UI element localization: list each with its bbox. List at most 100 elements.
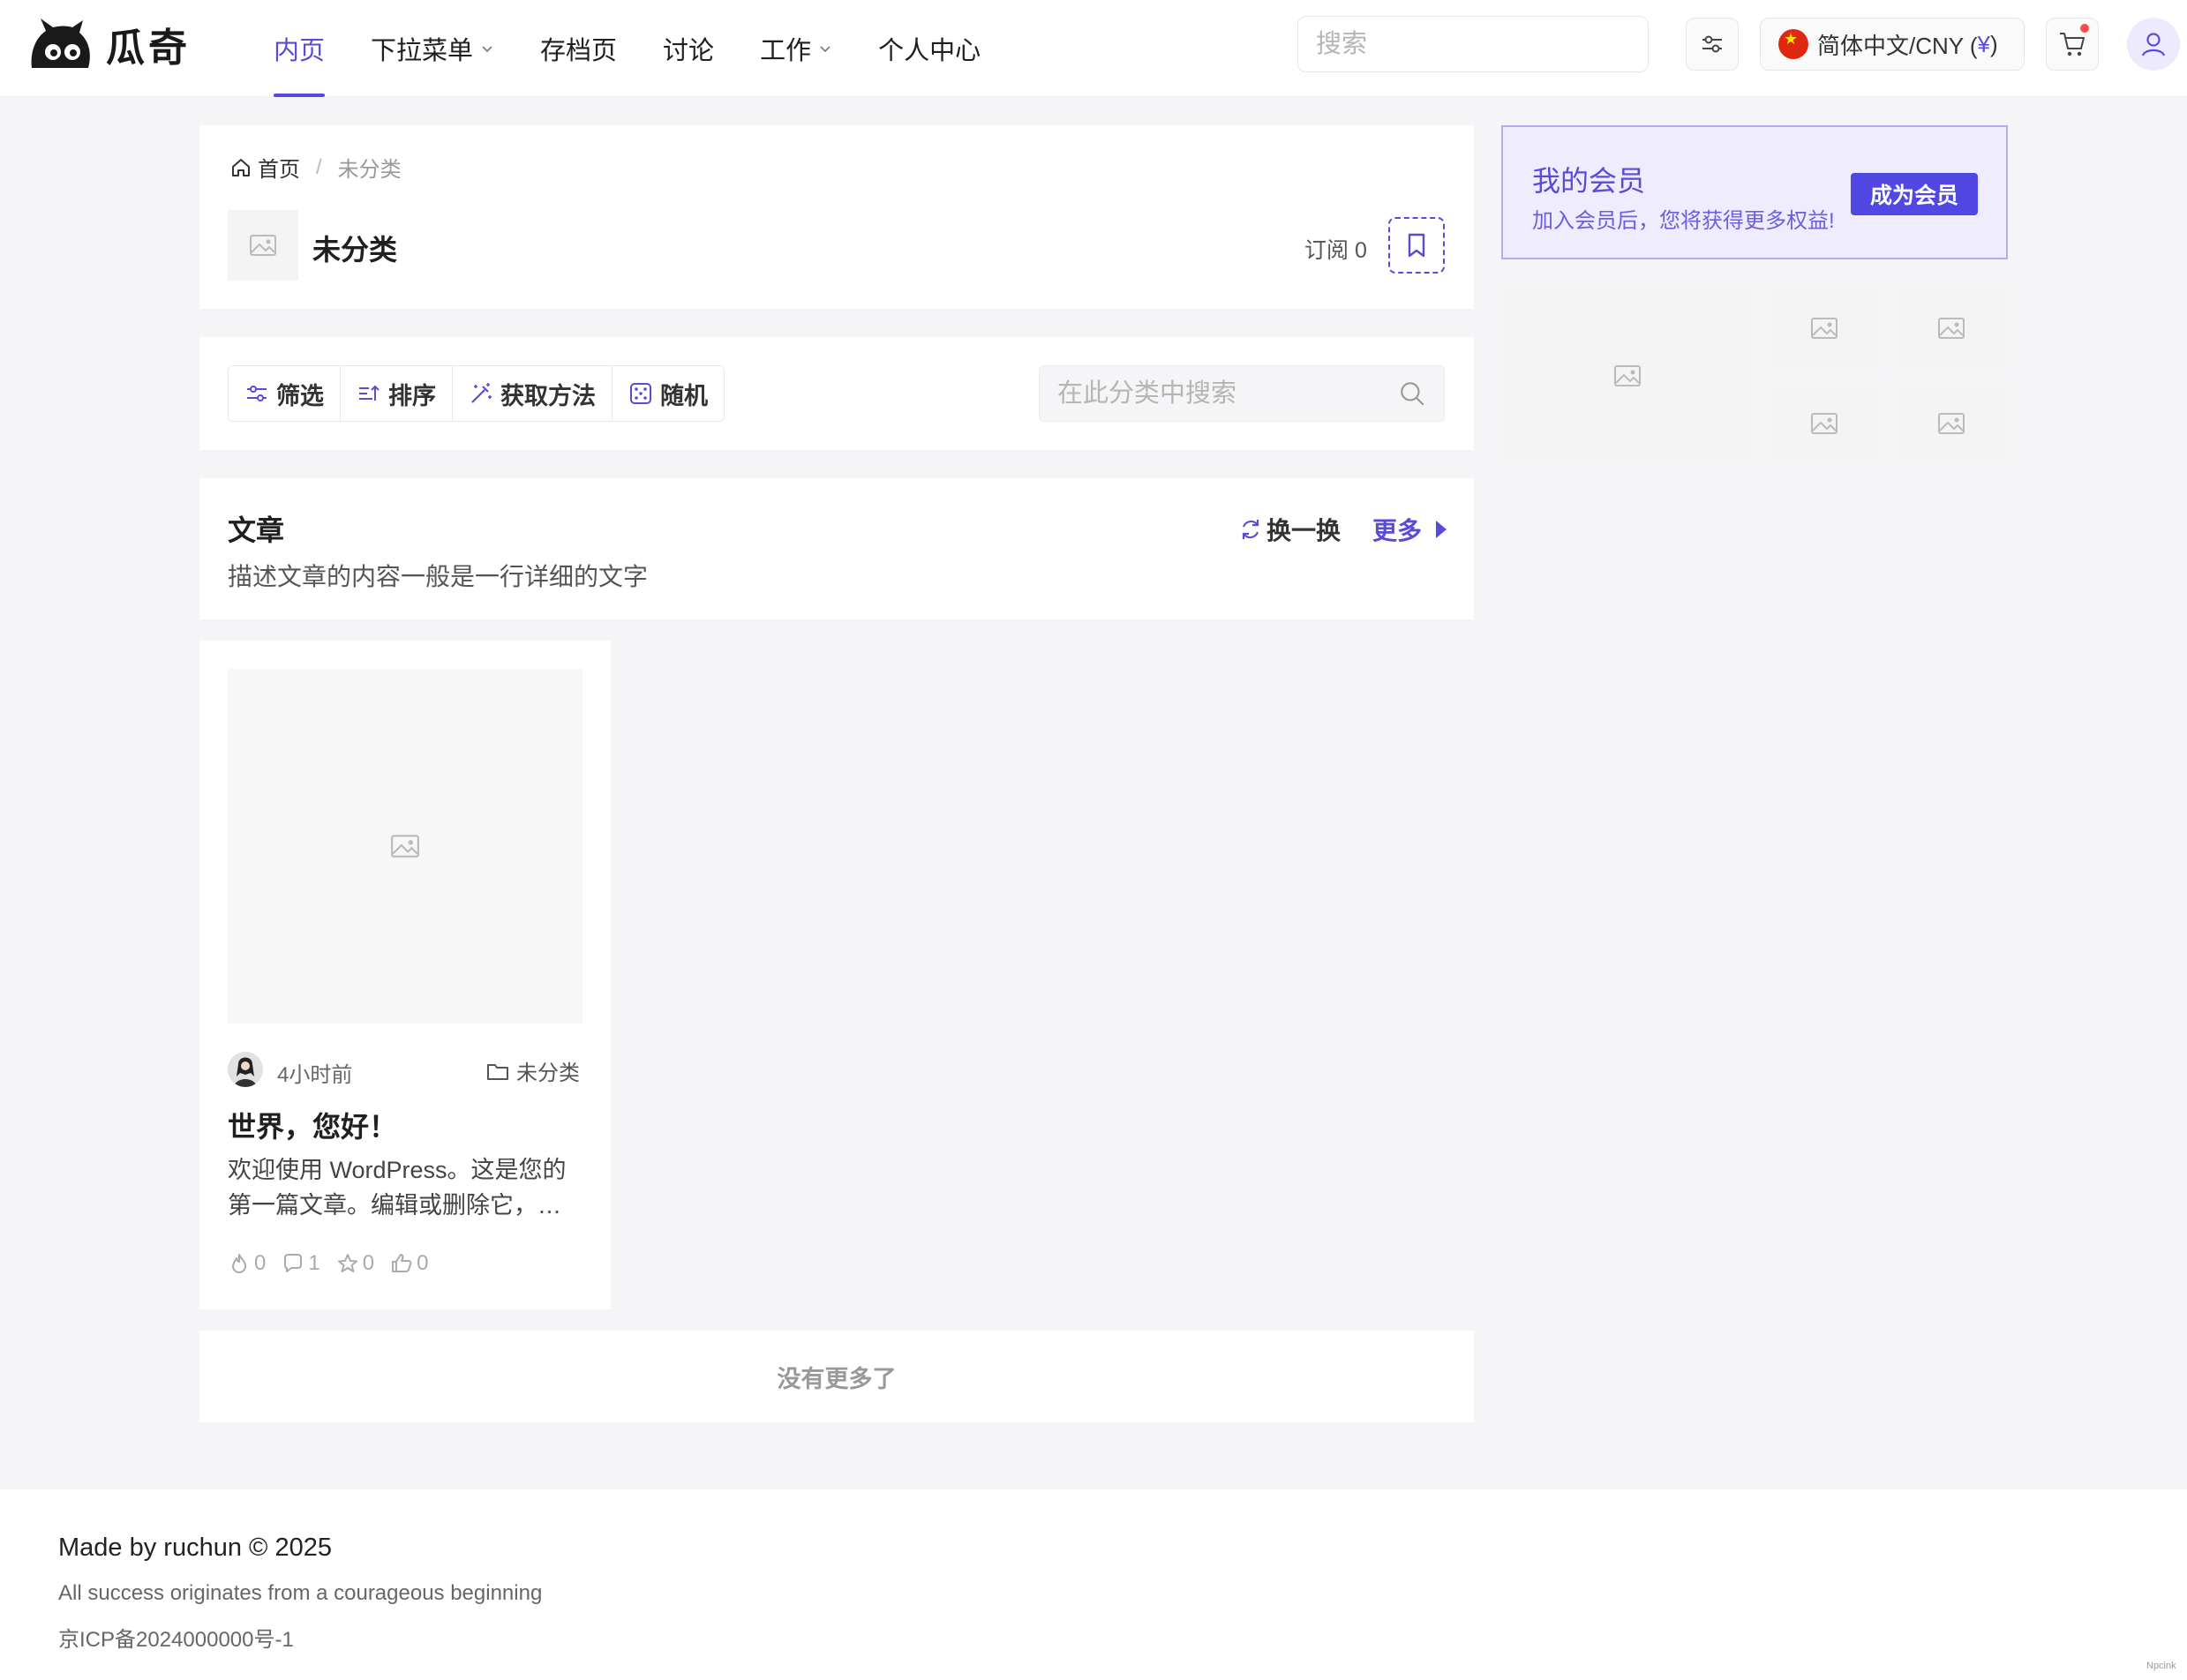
footer-tagline: All success originates from a courageous…	[58, 1581, 543, 1605]
stat-comments[interactable]: 1	[282, 1251, 320, 1276]
subscribe-bookmark-button[interactable]	[1388, 217, 1445, 274]
sidebar-image-small[interactable]	[1895, 288, 2008, 369]
home-icon	[232, 158, 250, 176]
post-time: 4小时前	[277, 1063, 353, 1087]
search-icon[interactable]	[1398, 379, 1426, 408]
section-title: 文章	[228, 514, 285, 546]
stat-favorites[interactable]: 0	[336, 1251, 374, 1276]
logo-text: 瓜奇	[106, 26, 191, 71]
membership-subtitle: 加入会员后，您将获得更多权益!	[1532, 209, 1835, 233]
post-category-link[interactable]: 未分类	[486, 1055, 580, 1086]
random-button[interactable]: 随机	[613, 366, 724, 421]
post-stats: 0 1 0 0	[228, 1251, 444, 1276]
post-thumbnail[interactable]	[228, 669, 582, 1024]
breadcrumb: 首页 / 未分类	[229, 152, 402, 183]
sidebar-image-large[interactable]	[1501, 288, 1754, 464]
image-placeholder-icon	[1811, 413, 1838, 434]
filter-icon	[247, 386, 267, 401]
random-label: 随机	[660, 382, 708, 409]
nav-item-inner-page[interactable]: 内页	[274, 0, 326, 97]
category-thumbnail	[228, 210, 298, 281]
stat-comments-value: 1	[308, 1251, 320, 1275]
nav-item-work[interactable]: 工作	[760, 0, 832, 97]
nav-item-discussion[interactable]: 讨论	[663, 0, 714, 97]
header-search	[1297, 16, 1649, 72]
dice-icon	[630, 383, 651, 404]
more-link[interactable]: 更多	[1372, 512, 1452, 547]
nav-label: 讨论	[663, 37, 715, 65]
user-icon	[2141, 33, 2166, 56]
membership-title: 我的会员	[1532, 165, 1646, 197]
image-placeholder-icon	[1938, 318, 1965, 339]
header-search-input[interactable]	[1316, 29, 1649, 59]
more-label: 更多	[1372, 517, 1423, 544]
breadcrumb-home[interactable]: 首页	[258, 152, 300, 183]
nav-item-dropdown-menu[interactable]: 下拉菜单	[371, 0, 494, 97]
bookmark-icon	[1408, 233, 1425, 258]
sort-button[interactable]: 排序	[341, 366, 453, 421]
nav-item-profile[interactable]: 个人中心	[878, 0, 981, 97]
footer-icp-link[interactable]: 京ICP备2024000000号-1	[58, 1622, 294, 1653]
logo-cat-icon	[31, 19, 90, 68]
nav-label: 下拉菜单	[371, 37, 474, 65]
post-category-label: 未分类	[516, 1061, 580, 1085]
footer-credit: Made by ruchun © 2025	[58, 1534, 332, 1562]
section-description: 描述文章的内容一般是一行详细的文字	[228, 563, 649, 590]
user-avatar-button[interactable]	[2127, 18, 2180, 71]
acquire-method-button[interactable]: 获取方法	[453, 366, 613, 421]
post-excerpt: 欢迎使用 WordPress。这是您的第一篇文章。编辑或删除它，…	[228, 1157, 567, 1219]
refresh-button[interactable]: 换一换	[1238, 512, 1341, 547]
main-nav: 内页 下拉菜单 存档页 讨论 工作 个人中心	[274, 0, 1026, 97]
chevron-down-icon	[482, 46, 492, 53]
stat-likes[interactable]: 0	[390, 1251, 428, 1276]
nav-label: 个人中心	[878, 37, 981, 65]
nav-item-archive[interactable]: 存档页	[540, 0, 617, 97]
language-label: 简体中文/CNY (	[1817, 32, 1978, 59]
magic-wand-icon	[471, 383, 492, 403]
image-placeholder-icon	[391, 835, 419, 858]
refresh-label: 换一换	[1266, 517, 1342, 544]
filter-label: 筛选	[276, 382, 324, 409]
star-icon	[337, 1254, 357, 1272]
stat-favorites-value: 0	[362, 1251, 375, 1275]
top-header: 瓜奇 内页 下拉菜单 存档页 讨论 工作 个人中心 简体中文/CNY ( ¥ )	[0, 0, 2187, 97]
settings-sliders-icon	[1702, 35, 1722, 53]
site-footer: Made by ruchun © 2025 All success origin…	[0, 1489, 2187, 1680]
sort-label: 排序	[388, 382, 436, 409]
stat-hot-value: 0	[254, 1251, 267, 1275]
filter-button[interactable]: 筛选	[229, 366, 341, 421]
sidebar-image-small[interactable]	[1768, 383, 1881, 464]
language-currency-switch[interactable]: 简体中文/CNY ( ¥ )	[1760, 18, 2025, 71]
become-member-button[interactable]: 成为会员	[1851, 173, 1978, 215]
no-more-indicator: 没有更多了	[199, 1331, 1474, 1422]
section-header-card	[199, 478, 1474, 619]
site-logo[interactable]: 瓜奇	[28, 16, 191, 72]
nav-label: 内页	[274, 37, 326, 65]
cart-button[interactable]	[2046, 18, 2099, 71]
footer-watermark: Npcink	[2146, 1661, 2176, 1671]
nav-label: 存档页	[540, 37, 618, 65]
no-more-label: 没有更多了	[777, 1365, 897, 1392]
image-placeholder-icon	[250, 235, 276, 256]
cart-notification-dot	[2080, 24, 2089, 33]
author-avatar[interactable]	[228, 1052, 263, 1087]
sidebar-image-small[interactable]	[1895, 383, 2008, 464]
post-title[interactable]: 世界，您好！	[228, 1105, 397, 1145]
membership-banner: 我的会员 加入会员后，您将获得更多权益! 成为会员	[1501, 125, 2008, 259]
category-search-input[interactable]	[1057, 379, 1398, 409]
breadcrumb-current: 未分类	[337, 158, 402, 182]
image-placeholder-icon	[1614, 365, 1641, 386]
cart-icon	[2060, 33, 2085, 56]
image-placeholder-icon	[1811, 318, 1838, 339]
caret-right-icon	[1436, 521, 1447, 538]
subscribe-count: 订阅 0	[1304, 238, 1367, 263]
image-placeholder-icon	[1938, 413, 1965, 434]
chevron-down-icon	[820, 46, 830, 53]
settings-button[interactable]	[1686, 18, 1739, 71]
sidebar-image-small[interactable]	[1768, 288, 1881, 369]
category-search	[1039, 365, 1445, 422]
category-title: 未分类	[312, 234, 398, 266]
stat-likes-value: 0	[417, 1251, 429, 1275]
acquire-method-label: 获取方法	[500, 382, 596, 409]
thumb-up-icon	[392, 1254, 412, 1272]
